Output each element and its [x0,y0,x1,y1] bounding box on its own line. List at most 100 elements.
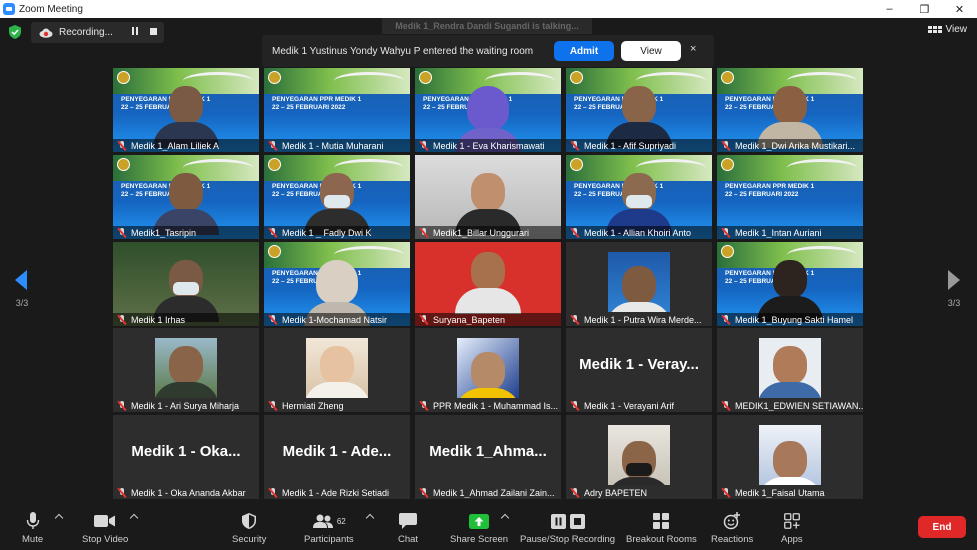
participant-tile[interactable]: Medik 1 - Veray... Medik 1 - Verayani Ari… [566,328,712,412]
bapeten-logo-icon [117,71,130,84]
bapeten-logo-icon [570,71,583,84]
participant-name-bar: Adry BAPETEN [566,486,712,499]
muted-microphone-icon [419,314,429,325]
participant-tile[interactable]: PENYEGARAN PPR MEDIK 122 – 25 FEBRUARI 2… [264,242,410,326]
participant-video [759,441,821,485]
participant-tile[interactable]: Hermiati Zheng [264,328,410,412]
bapeten-logo-icon [117,158,130,171]
stop-video-button[interactable]: Stop Video [82,511,128,545]
share-screen-button[interactable]: Share Screen [450,511,508,545]
next-page-control[interactable]: 3/3 [944,270,962,308]
participant-tile[interactable]: PENYEGARAN PPR MEDIK 122 – 25 FEBRUARI 2… [566,155,712,239]
stop-video-label: Stop Video [82,534,129,545]
participant-video [306,346,368,398]
participant-name: MEDIK1_EDWIEN SETIAWAN... [735,400,863,411]
admit-button[interactable]: Admit [554,41,614,61]
security-shield-icon [242,513,257,529]
stop-recording-icon[interactable] [150,28,157,35]
participant-name: Medik 1 - Allian Khoiri Anto [584,227,692,238]
maximize-button[interactable]: ❐ [907,0,942,18]
participant-name: Medik 1 - Putra Wira Merde... [584,314,702,325]
view-waiting-room-button[interactable]: View [621,41,681,61]
participant-tile[interactable]: Suryana_Bapeten [415,242,561,326]
participant-tile[interactable]: PENYEGARAN PPR MEDIK 122 – 25 FEBRUARI 2… [264,155,410,239]
participant-display-name: Medik 1 - Oka... [131,443,241,460]
participant-name: Medik 1 - Oka Ananda Akbar [131,487,246,498]
participant-tile[interactable]: Medik 1 - Putra Wira Merde... [566,242,712,326]
participants-icon [312,514,333,528]
participant-name-bar: Medik 1 _ Fadly Dwi K [264,226,410,239]
muted-microphone-icon [268,227,278,238]
mute-button[interactable]: Mute [22,511,43,545]
participant-tile[interactable]: PENYEGARAN PPR MEDIK 122 – 25 FEBRUARI 2… [113,155,259,239]
previous-page-control[interactable]: 3/3 [12,270,30,308]
apps-button[interactable]: Apps [781,511,803,545]
participant-tile[interactable]: Medik 1 Irhas [113,242,259,326]
participant-video [155,346,217,398]
participant-tile[interactable]: PENYEGARAN PPR MEDIK 122 – 25 FEBRUARI 2… [566,68,712,152]
cloud-recording-icon [39,28,53,38]
reactions-button[interactable]: Reactions [711,511,753,545]
close-notification-icon[interactable]: × [690,43,696,55]
muted-microphone-icon [117,400,127,411]
participant-display-name: Medik 1_Ahma... [429,443,547,460]
muted-microphone-icon [721,487,731,498]
participant-tile[interactable]: Medik1_Billar Unggurari [415,155,561,239]
participant-name: Medik 1_Buyung Sakti Hamel [735,314,854,325]
participant-video [455,252,521,314]
participant-tile[interactable]: PENYEGARAN PPR MEDIK 122 – 25 FEBRUARI 2… [717,68,863,152]
breakout-rooms-button[interactable]: Breakout Rooms [626,511,697,545]
participants-options-chevron-icon[interactable] [365,513,375,523]
minimize-button[interactable]: – [872,0,907,18]
muted-microphone-icon [268,400,278,411]
participant-name-bar: Medik 1-Mochamad Natsir [264,313,410,326]
encryption-shield-icon[interactable] [9,25,21,39]
bapeten-logo-icon [268,245,281,258]
reactions-smiley-icon [723,512,741,530]
previous-page-arrow-icon[interactable] [15,270,27,290]
participant-tile[interactable]: Medik 1 - Ari Surya Miharja [113,328,259,412]
audio-options-chevron-icon[interactable] [54,513,64,523]
view-button[interactable]: View [927,24,967,35]
muted-microphone-icon [419,487,429,498]
end-meeting-button[interactable]: End [918,516,966,538]
participant-name-bar: Medik 1_Faisal Utama [717,486,863,499]
close-window-button[interactable]: ✕ [942,0,977,18]
meeting-toolbar: Mute Stop Video Security 62 Participants… [0,507,977,550]
participant-tile[interactable]: PENYEGARAN PPR MEDIK 122 – 25 FEBRUARI 2… [717,242,863,326]
security-button[interactable]: Security [232,511,266,545]
participant-tile[interactable]: PPR Medik 1 - Muhammad Is... [415,328,561,412]
bapeten-logo-icon [570,158,583,171]
participant-tile[interactable]: Medik 1 - Ade... Medik 1 - Ade Rizki Seti… [264,415,410,499]
participant-tile[interactable]: Medik 1_Ahma... Medik 1_Ahmad Zailani Zai… [415,415,561,499]
muted-microphone-icon [721,140,731,151]
participants-count: 62 [336,516,346,526]
participant-tile[interactable]: MEDIK1_EDWIEN SETIAWAN... [717,328,863,412]
muted-microphone-icon [268,314,278,325]
pause-stop-recording-label: Pause/Stop Recording [520,534,616,545]
participant-video [759,346,821,398]
chat-button[interactable]: Chat [398,511,418,545]
muted-microphone-icon [117,314,127,325]
video-options-chevron-icon[interactable] [129,513,139,523]
chat-bubble-icon [399,513,418,529]
participant-tile[interactable]: PENYEGARAN PPR MEDIK 122 – 25 FEBRUARI 2… [264,68,410,152]
next-page-arrow-icon[interactable] [948,270,960,290]
participants-button[interactable]: 62 Participants [304,511,354,545]
muted-microphone-icon [268,487,278,498]
participant-name: Medik 1 - Verayani Arif [584,400,675,411]
pause-stop-recording-icon [550,513,585,529]
participant-tile[interactable]: PENYEGARAN PPR MEDIK 122 – 25 FEBRUARI 2… [113,68,259,152]
participant-name-bar: Medik 1_Ahmad Zailani Zain... [415,486,561,499]
participant-tile[interactable]: Medik 1 - Oka... Medik 1 - Oka Ananda Akb… [113,415,259,499]
participant-display-name: Medik 1 - Ade... [282,443,392,460]
participants-label: Participants [304,534,354,545]
participant-tile[interactable]: Medik 1_Faisal Utama [717,415,863,499]
pause-stop-recording-button[interactable]: Pause/Stop Recording [520,511,615,545]
bapeten-logo-icon [721,71,734,84]
participant-tile[interactable]: PENYEGARAN PPR MEDIK 122 – 25 FEBRUARI 2… [415,68,561,152]
participant-tile[interactable]: Adry BAPETEN [566,415,712,499]
pause-recording-icon[interactable] [130,27,140,37]
share-screen-label: Share Screen [450,534,509,545]
participant-tile[interactable]: PENYEGARAN PPR MEDIK 122 – 25 FEBRUARI 2… [717,155,863,239]
